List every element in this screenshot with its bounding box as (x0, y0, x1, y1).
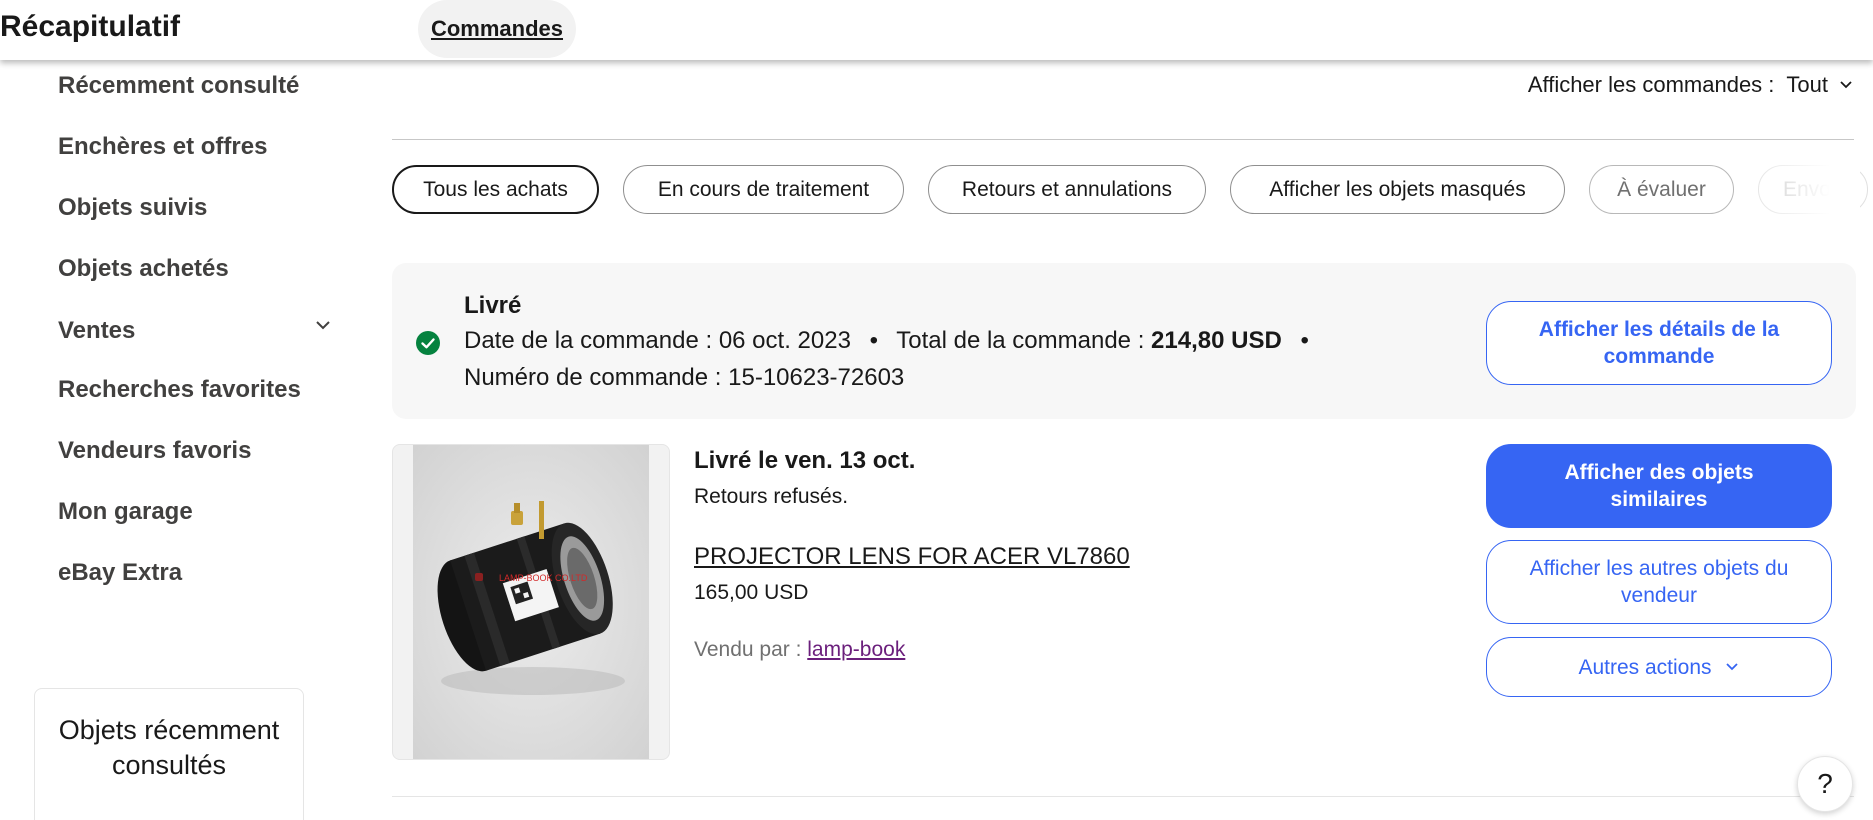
projector-lens-image: LAMP-BOOK CO.LTD (413, 445, 649, 759)
orders-filter-dropdown[interactable]: Tout (1786, 72, 1854, 98)
more-actions-label: Autres actions (1578, 655, 1712, 679)
seller-link[interactable]: lamp-book (807, 638, 905, 661)
tab-hidden-items[interactable]: Afficher les objets masqués (1230, 165, 1565, 214)
item-photo: LAMP-BOOK CO.LTD (413, 445, 649, 759)
sidebar-item-saved-sellers[interactable]: Vendeurs favoris (58, 437, 251, 465)
item-returns-policy: Retours refusés. (694, 485, 849, 508)
separator: • (869, 327, 878, 354)
item-title-link[interactable]: PROJECTOR LENS FOR ACER VL7860 (694, 543, 1130, 571)
order-meta: Date de la commande : 06 oct. 2023 • Tot… (464, 327, 1321, 355)
divider (392, 139, 1854, 140)
separator: • (1300, 327, 1309, 354)
sidebar-item-ebay-extra[interactable]: eBay Extra (58, 559, 182, 587)
order-number-value: 15-10623-72603 (728, 364, 905, 391)
sidebar-item-recently-viewed[interactable]: Récemment consulté (58, 72, 299, 100)
orders-filter-label: Afficher les commandes : (1527, 72, 1775, 97)
divider (392, 796, 1854, 797)
chevron-down-icon (1725, 663, 1738, 671)
view-similar-button[interactable]: Afficher des objets similaires (1486, 444, 1832, 528)
top-bar: Récapitulatif Commandes (0, 0, 1873, 60)
check-circle-icon (416, 331, 440, 355)
image-watermark: LAMP-BOOK CO.LTD (499, 573, 588, 583)
help-button[interactable]: ? (1797, 756, 1853, 812)
order-date-value: 06 oct. 2023 (718, 327, 851, 354)
order-total-label: Total de la commande : (896, 327, 1145, 354)
tab-all-purchases[interactable]: Tous les achats (392, 165, 599, 214)
view-seller-items-button[interactable]: Afficher les autres objets du vendeur (1486, 540, 1832, 624)
item-price: 165,00 USD (694, 581, 809, 604)
tab-returns-cancellations[interactable]: Retours et annulations (928, 165, 1206, 214)
seller-label: Vendu par : (694, 638, 802, 661)
order-number: Numéro de commande : 15-10623-72603 (464, 364, 904, 392)
page-title: Récapitulatif (0, 10, 181, 43)
sidebar-item-my-garage[interactable]: Mon garage (58, 498, 193, 526)
chevron-down-icon[interactable] (313, 315, 333, 335)
sidebar-item-purchases[interactable]: Objets achetés (58, 255, 229, 283)
recently-viewed-title: Objets récemment consultés (58, 715, 280, 780)
order-number-label: Numéro de commande : (464, 364, 722, 391)
order-status: Livré (464, 292, 522, 319)
item-image[interactable]: LAMP-BOOK CO.LTD (392, 444, 670, 760)
order-total-value: 214,80 USD (1151, 327, 1282, 354)
sidebar: Récemment consulté Enchères et offres Ob… (0, 60, 360, 820)
page: Récapitulatif Commandes Récemment consul… (0, 0, 1873, 820)
item-seller: Vendu par : lamp-book (694, 638, 905, 662)
tab-commandes[interactable]: Commandes (418, 0, 576, 58)
orders-filter-value: Tout (1786, 72, 1828, 97)
order-date-label: Date de la commande : (464, 327, 713, 354)
tab-shipped[interactable]: Envoyé (1758, 165, 1868, 214)
order-details-button[interactable]: Afficher les détails de la commande (1486, 301, 1832, 385)
sidebar-item-watchlist[interactable]: Objets suivis (58, 194, 207, 222)
sidebar-item-saved-searches[interactable]: Recherches favorites (58, 376, 301, 404)
orders-filter: Afficher les commandes : Tout (392, 72, 1854, 98)
tab-to-review[interactable]: À évaluer (1589, 165, 1734, 214)
more-actions-button[interactable]: Autres actions (1486, 637, 1832, 697)
recently-viewed-card: Objets récemment consultés (34, 688, 304, 820)
chevron-down-icon (1840, 81, 1852, 89)
item-delivery-status: Livré le ven. 13 oct. (694, 447, 916, 474)
sidebar-item-selling[interactable]: Ventes (58, 317, 135, 345)
sidebar-item-bids-offers[interactable]: Enchères et offres (58, 133, 267, 161)
tab-processing[interactable]: En cours de traitement (623, 165, 904, 214)
